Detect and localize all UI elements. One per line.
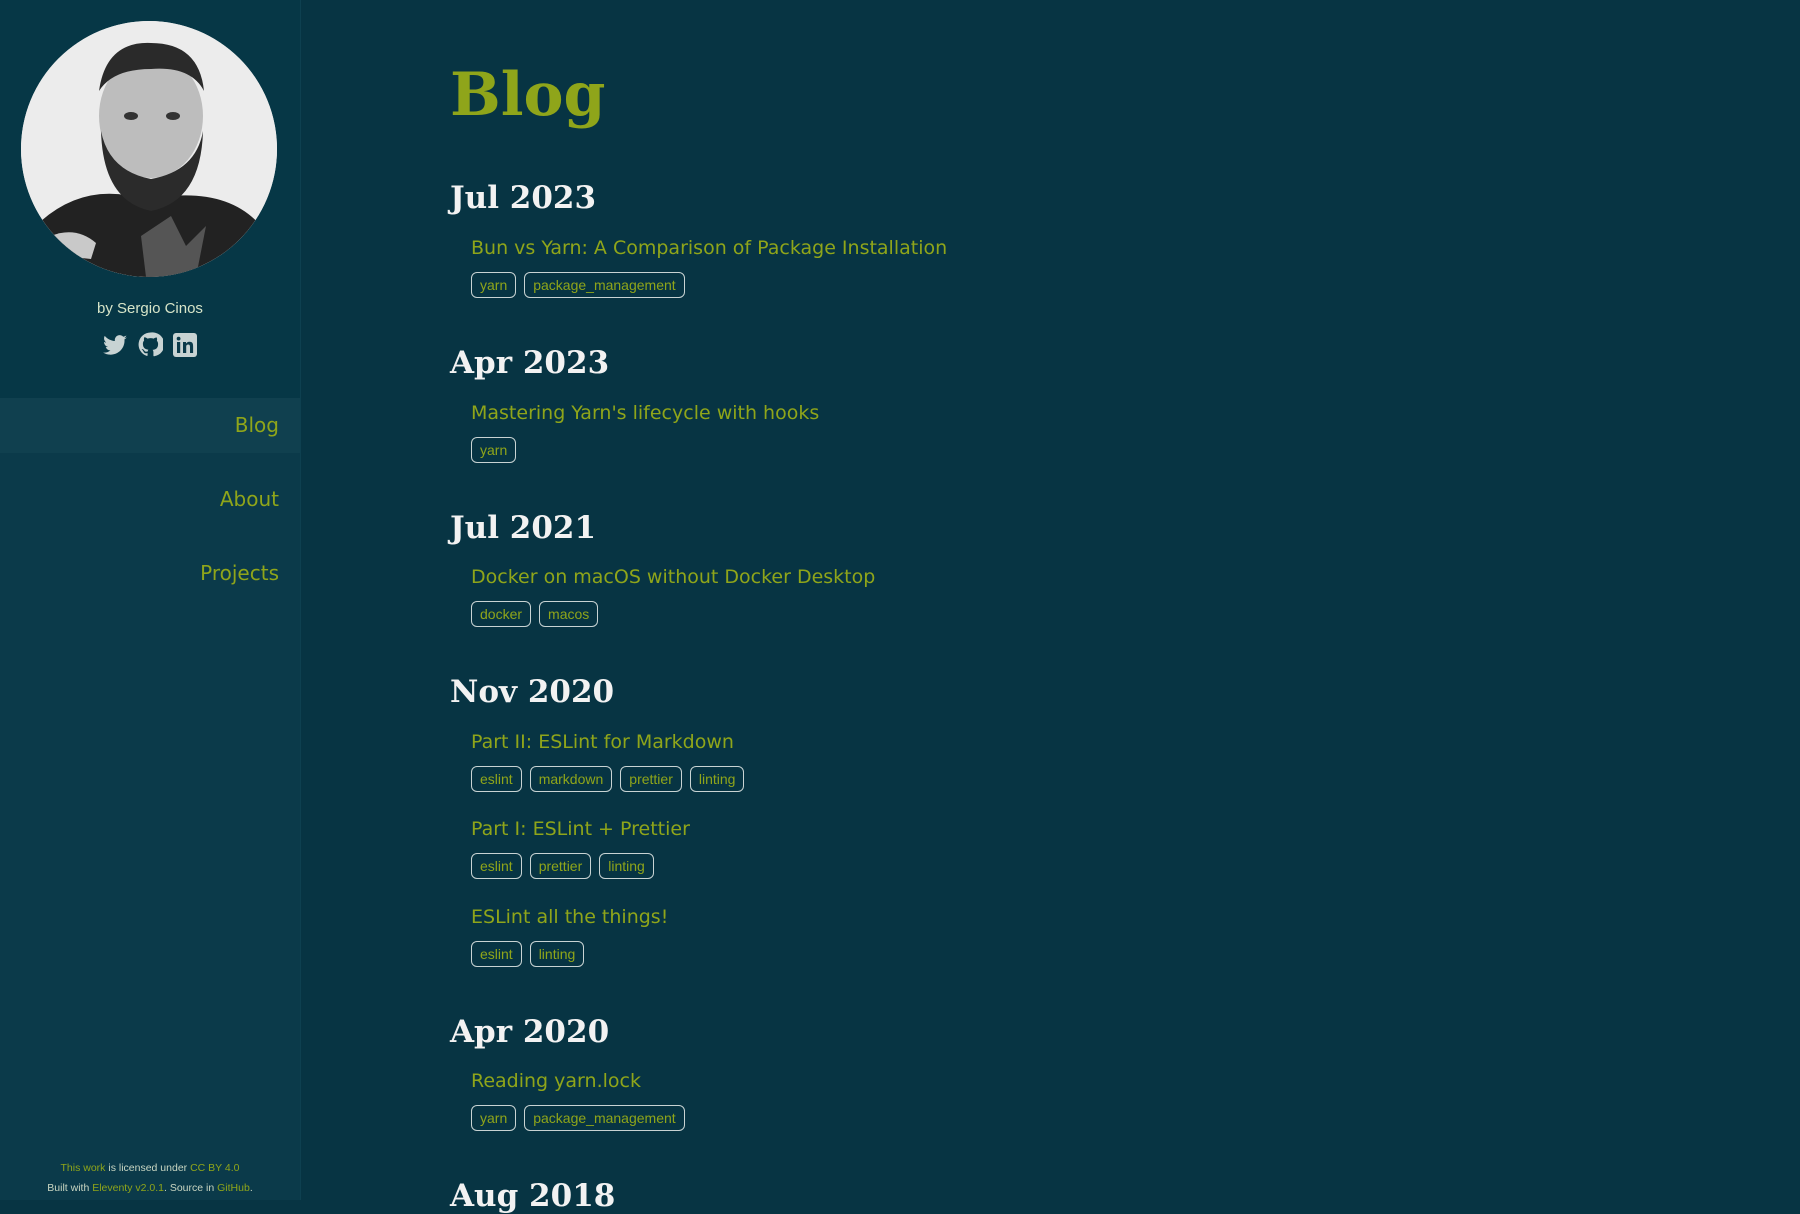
post-link[interactable]: Reading yarn.lock (471, 1070, 641, 1092)
tag[interactable]: yarn (471, 437, 517, 463)
site-footer: This work is licensed under CC BY 4.0 Bu… (0, 1158, 300, 1198)
github-icon[interactable] (138, 332, 163, 357)
post-link[interactable]: Docker on macOS without Docker Desktop (471, 566, 875, 588)
author-byline: by Sergio Cinos (97, 300, 203, 317)
tag[interactable]: package_management (524, 272, 685, 298)
month-heading: Apr 2020 (450, 1014, 610, 1050)
nav-item-blog[interactable]: Blog (0, 398, 300, 453)
tag[interactable]: prettier (529, 853, 592, 879)
post-link[interactable]: Part I: ESLint + Prettier (471, 818, 690, 840)
linkedin-icon[interactable] (173, 332, 198, 357)
avatar-photo (21, 21, 277, 277)
tag[interactable]: eslint (471, 941, 522, 967)
twitter-icon[interactable] (103, 332, 128, 357)
built-with-text: Built with (47, 1182, 93, 1194)
eleventy-link[interactable]: Eleventy v2.0.1 (92, 1182, 164, 1194)
license-text: is licensed under (105, 1162, 191, 1174)
tag[interactable]: prettier (620, 766, 682, 792)
tag[interactable]: docker (471, 601, 532, 627)
post-link[interactable]: Mastering Yarn's lifecycle with hooks (471, 402, 819, 424)
tag[interactable]: macos (539, 601, 599, 627)
tag-list: yarn package_management (471, 272, 685, 298)
source-text: . Source in (164, 1182, 218, 1194)
tag[interactable]: yarn (471, 272, 517, 298)
post-link[interactable]: Part II: ESLint for Markdown (471, 731, 734, 753)
tag[interactable]: linting (689, 766, 745, 792)
tag[interactable]: linting (529, 941, 585, 967)
tag[interactable]: eslint (471, 766, 522, 792)
tag[interactable]: package_management (524, 1105, 685, 1131)
tag-list: eslint markdown prettier linting (471, 766, 745, 792)
this-work-link[interactable]: This work (61, 1162, 106, 1174)
license-line: This work is licensed under CC BY 4.0 (0, 1158, 300, 1178)
nav-item-about[interactable]: About (0, 472, 300, 527)
built-with-line: Built with Eleventy v2.0.1. Source in Gi… (0, 1178, 300, 1198)
page-title: Blog (450, 60, 606, 130)
profile-panel: by Sergio Cinos (0, 0, 300, 398)
month-heading: Aug 2018 (450, 1178, 616, 1214)
tag-list: eslint linting (471, 941, 585, 967)
sidebar: by Sergio Cinos Blog About Projects This… (0, 0, 301, 1200)
nav-item-projects[interactable]: Projects (0, 546, 300, 601)
social-links (0, 332, 300, 357)
main-nav: Blog About Projects (0, 398, 300, 620)
tag[interactable]: eslint (471, 853, 522, 879)
tag-list: yarn package_management (471, 1105, 685, 1131)
tag-list: eslint prettier linting (471, 853, 654, 879)
tag[interactable]: yarn (471, 1105, 517, 1131)
month-heading: Apr 2023 (450, 345, 610, 381)
footer-period: . (249, 1182, 253, 1194)
post-link[interactable]: ESLint all the things! (471, 906, 668, 928)
month-heading: Nov 2020 (450, 674, 615, 710)
github-link[interactable]: GitHub (217, 1182, 250, 1194)
tag[interactable]: markdown (529, 766, 613, 792)
tag-list: yarn (471, 437, 517, 463)
license-link[interactable]: CC BY 4.0 (190, 1162, 239, 1174)
month-heading: Jul 2023 (450, 180, 597, 216)
tag[interactable]: linting (599, 853, 654, 879)
avatar (21, 21, 277, 277)
month-heading: Jul 2021 (450, 510, 597, 546)
tag-list: docker macos (471, 601, 599, 627)
post-link[interactable]: Bun vs Yarn: A Comparison of Package Ins… (471, 237, 947, 259)
